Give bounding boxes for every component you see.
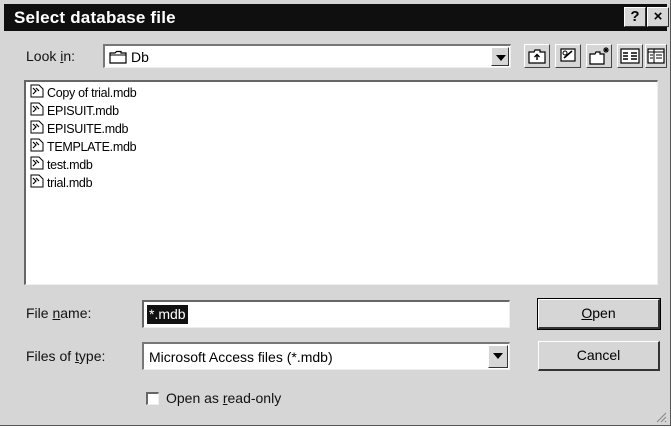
file-name: EPISUITE.mdb — [47, 122, 129, 136]
file-name: trial.mdb — [47, 176, 93, 190]
file-name-label: File name: — [26, 305, 92, 321]
dialog-title: Select database file — [14, 8, 176, 27]
list-view-button[interactable] — [617, 44, 643, 68]
help-button[interactable]: ? — [624, 7, 646, 27]
list-item[interactable]: Copy of trial.mdb — [30, 84, 137, 103]
list-item[interactable]: test.mdb — [30, 156, 93, 175]
close-button[interactable]: × — [647, 7, 669, 27]
file-type-value: Microsoft Access files (*.mdb) — [149, 349, 333, 365]
folder-icon — [109, 50, 127, 69]
file-name: TEMPLATE.mdb — [47, 140, 137, 154]
cancel-button[interactable]: Cancel — [538, 341, 660, 371]
desktop-button[interactable] — [555, 44, 581, 68]
list-item[interactable]: TEMPLATE.mdb — [30, 138, 137, 157]
file-name-input[interactable]: *.mdb — [142, 300, 510, 328]
look-in-combo[interactable]: Db — [103, 44, 511, 68]
read-only-label[interactable]: Open as read-only — [166, 390, 281, 406]
new-folder-button[interactable] — [586, 44, 612, 68]
file-name-value: *.mdb — [147, 305, 188, 324]
file-type-select[interactable]: Microsoft Access files (*.mdb) — [142, 342, 510, 370]
new-folder-icon — [587, 47, 611, 71]
look-in-label: Look in: — [26, 48, 76, 64]
up-one-level-button[interactable] — [524, 44, 550, 68]
list-item[interactable]: EPISUIT.mdb — [30, 102, 119, 121]
list-item[interactable]: EPISUITE.mdb — [30, 120, 129, 139]
resize-grip-icon[interactable] — [655, 410, 667, 423]
select-database-dialog: Select database file ? × Look in: Db Cop… — [0, 0, 671, 426]
file-name: Copy of trial.mdb — [47, 86, 137, 100]
desktop-icon — [556, 48, 580, 71]
file-type-dropdown-arrow[interactable] — [488, 345, 508, 368]
access-file-icon — [30, 120, 44, 139]
file-name: test.mdb — [47, 158, 93, 172]
file-name: EPISUIT.mdb — [47, 104, 119, 118]
details-view-button[interactable] — [645, 44, 667, 68]
look-in-dropdown-arrow[interactable] — [491, 47, 509, 66]
list-item[interactable]: trial.mdb — [30, 174, 93, 193]
access-file-icon — [30, 102, 44, 121]
access-file-icon — [30, 138, 44, 157]
up-one-level-icon — [525, 49, 549, 71]
access-file-icon — [30, 174, 44, 193]
open-button[interactable]: Open — [537, 298, 661, 330]
details-view-icon — [646, 48, 666, 71]
file-type-label: Files of type: — [26, 348, 106, 364]
look-in-value: Db — [131, 49, 149, 65]
title-bar[interactable]: Select database file ? × — [4, 4, 669, 31]
access-file-icon — [30, 84, 44, 103]
file-list[interactable]: Copy of trial.mdb EPISUIT.mdb EPISUITE.m… — [24, 80, 658, 285]
read-only-checkbox[interactable] — [146, 392, 159, 405]
list-view-icon — [618, 48, 642, 71]
access-file-icon — [30, 156, 44, 175]
